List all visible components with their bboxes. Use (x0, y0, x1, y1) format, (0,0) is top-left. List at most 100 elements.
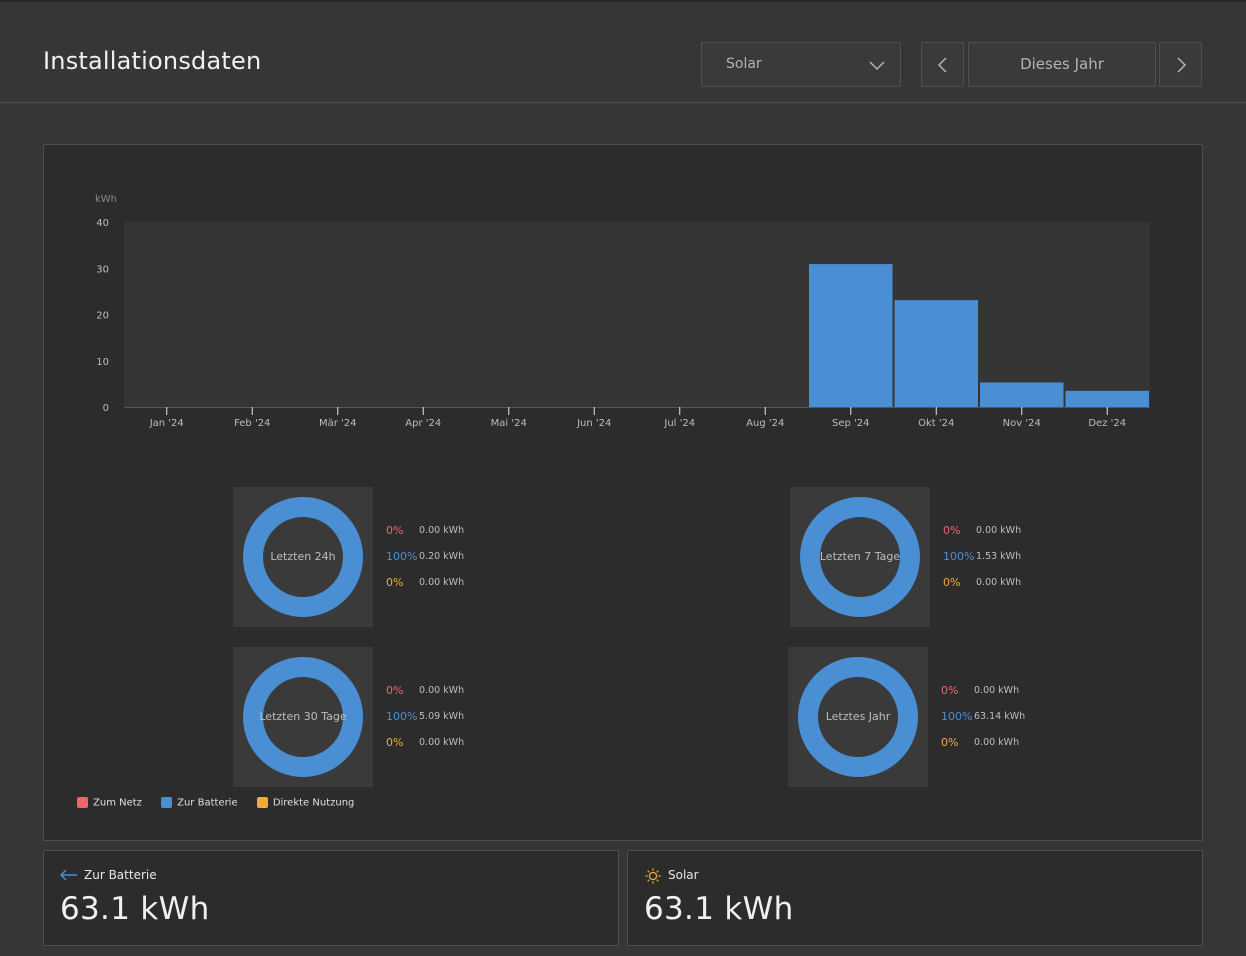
stat-kwh: 0.00 kWh (976, 577, 1022, 588)
donut-label: Letzten 7 Tage (819, 550, 901, 563)
stat-kwh: 0.20 kWh (419, 551, 465, 562)
x-tick-label: Mai '24 (491, 418, 527, 429)
chart-legend: Zum Netz Zur Batterie Direkte Nutzung (77, 797, 370, 811)
stat-kwh: 0.00 kWh (974, 685, 1020, 696)
stat-percent: 0% (941, 736, 959, 749)
stat-kwh: 5.09 kWh (419, 711, 465, 722)
page-title: Installationsdaten (43, 47, 262, 75)
stat-row-zum-netz: 0% 0.00 kWh (386, 684, 506, 710)
period-display[interactable]: Dieses Jahr (968, 42, 1156, 87)
source-select-value: Solar (726, 56, 762, 72)
chevron-left-icon (937, 57, 947, 73)
chevron-down-icon (869, 61, 885, 71)
chart-panel: kWh 0 10 20 30 40 Jan '24 Feb '24 Mär '24 Apr '24… (43, 144, 1203, 841)
bar (1065, 390, 1149, 407)
page-header: Installationsdaten Solar Dieses Jahr (0, 2, 1246, 103)
next-period-button[interactable] (1159, 42, 1202, 87)
y-tick-label: 20 (96, 311, 109, 322)
y-tick-label: 0 (103, 403, 109, 414)
donut-letztes-jahr: Letztes Jahr (788, 647, 928, 787)
stat-row-zum-netz: 0% 0.00 kWh (943, 524, 1063, 550)
plot-area (124, 222, 1150, 407)
card-zur-batterie: Zur Batterie 63.1 kWh (43, 850, 619, 946)
stat-row-zur-batterie: 100% 0.20 kWh (386, 550, 506, 576)
y-tick-label: 10 (96, 357, 109, 368)
bar (809, 264, 893, 407)
legend-item-zur-batterie[interactable]: Zur Batterie (161, 797, 238, 809)
donut-label: Letzten 24h (270, 550, 336, 563)
stat-percent: 100% (941, 710, 973, 723)
stat-kwh: 0.00 kWh (419, 685, 465, 696)
card-label: Zur Batterie (84, 868, 157, 882)
stat-row-direkte-nutzung: 0% 0.00 kWh (943, 576, 1063, 602)
stat-percent: 0% (386, 684, 404, 697)
donut-stats-letztes-jahr: 0% 0.00 kWh 100% 63.14 kWh 0% 0.00 kWh (941, 684, 1061, 762)
sun-icon (645, 868, 661, 884)
stat-kwh: 63.14 kWh (974, 711, 1026, 722)
stat-kwh: 0.00 kWh (419, 737, 465, 748)
x-tick-label: Aug '24 (746, 418, 784, 429)
legend-label: Zur Batterie (177, 797, 238, 809)
arrow-left-icon (60, 869, 77, 881)
x-tick-label: Apr '24 (405, 418, 441, 429)
bar (894, 300, 978, 407)
bar-chart: kWh 0 10 20 30 40 Jan '24 Feb '24 Mär '24 Apr '24… (95, 194, 1150, 429)
stat-row-zum-netz: 0% 0.00 kWh (386, 524, 506, 550)
stat-row-zur-batterie: 100% 1.53 kWh (943, 550, 1063, 576)
previous-period-button[interactable] (921, 42, 964, 87)
x-tick-label: Feb '24 (234, 418, 270, 429)
card-solar: Solar 63.1 kWh (627, 850, 1203, 946)
stat-kwh: 0.00 kWh (419, 577, 465, 588)
stat-row-direkte-nutzung: 0% 0.00 kWh (941, 736, 1061, 762)
y-tick-label: 30 (96, 264, 109, 275)
stat-percent: 100% (386, 710, 418, 723)
x-tick-label: Mär '24 (319, 418, 357, 429)
stat-percent: 100% (386, 550, 418, 563)
donut-letzten-30-tage: Letzten 30 Tage (233, 647, 373, 787)
stat-kwh: 0.00 kWh (974, 737, 1020, 748)
stat-row-direkte-nutzung: 0% 0.00 kWh (386, 736, 506, 762)
card-value: 63.1 kWh (644, 891, 794, 927)
card-value: 63.1 kWh (60, 891, 210, 927)
stat-kwh: 0.00 kWh (419, 525, 465, 536)
x-tick-label: Nov '24 (1003, 418, 1041, 429)
legend-label: Direkte Nutzung (272, 797, 355, 809)
donut-label: Letztes Jahr (825, 710, 891, 723)
x-tick-label: Jun '24 (576, 418, 611, 429)
donut-label: Letzten 30 Tage (259, 710, 347, 723)
y-tick-label: 40 (96, 218, 109, 229)
legend-swatch (77, 797, 88, 808)
donut-letzten-7-tage: Letzten 7 Tage (790, 487, 930, 627)
stat-percent: 0% (386, 576, 404, 589)
stat-row-direkte-nutzung: 0% 0.00 kWh (386, 576, 506, 602)
x-tick-label: Jul '24 (663, 418, 695, 429)
stat-row-zur-batterie: 100% 63.14 kWh (941, 710, 1061, 736)
stat-percent: 0% (386, 524, 404, 537)
legend-item-direkte-nutzung[interactable]: Direkte Nutzung (256, 797, 355, 809)
stat-percent: 0% (386, 736, 404, 749)
donut-letzten-24h: Letzten 24h (233, 487, 373, 627)
chevron-right-icon (1177, 57, 1187, 73)
x-tick-label: Okt '24 (918, 418, 954, 429)
card-label: Solar (668, 868, 699, 882)
stat-percent: 0% (943, 524, 961, 537)
x-tick-label: Sep '24 (832, 418, 870, 429)
stat-percent: 100% (943, 550, 975, 563)
stat-percent: 0% (941, 684, 959, 697)
legend-swatch (161, 797, 173, 808)
source-select[interactable]: Solar (701, 42, 901, 87)
stat-row-zum-netz: 0% 0.00 kWh (941, 684, 1061, 710)
stat-kwh: 0.00 kWh (976, 525, 1022, 536)
x-tick-label: Jan '24 (149, 418, 184, 429)
donut-stats-letzten-7-tage: 0% 0.00 kWh 100% 1.53 kWh 0% 0.00 kWh (943, 524, 1063, 602)
donut-stats-letzten-24h: 0% 0.00 kWh 100% 0.20 kWh 0% 0.00 kWh (386, 524, 506, 602)
legend-swatch (256, 797, 268, 808)
bar (980, 382, 1064, 407)
donut-stats-letzten-30-tage: 0% 0.00 kWh 100% 5.09 kWh 0% 0.00 kWh (386, 684, 506, 762)
stat-percent: 0% (943, 576, 961, 589)
legend-label: Zum Netz (93, 797, 142, 809)
x-tick-label: Dez '24 (1088, 418, 1126, 429)
legend-item-zum-netz[interactable]: Zum Netz (77, 797, 142, 809)
stat-row-zur-batterie: 100% 5.09 kWh (386, 710, 506, 736)
y-axis-label: kWh (95, 194, 117, 205)
